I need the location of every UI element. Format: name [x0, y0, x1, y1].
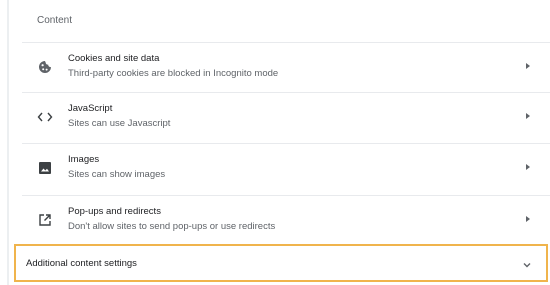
row-sublabel: Sites can use Javascript	[68, 118, 171, 129]
image-icon	[37, 160, 53, 176]
open-in-new-icon	[37, 212, 53, 228]
row-label: Images	[68, 154, 100, 165]
section-title: Content	[37, 15, 73, 26]
row-label: JavaScript	[68, 103, 113, 114]
row-label: Pop-ups and redirects	[68, 206, 161, 217]
cookies-and-site-data-row[interactable]: Cookies and site data Third-party cookie…	[22, 42, 550, 90]
cookie-icon	[37, 59, 53, 75]
images-row[interactable]: Images Sites can show images	[22, 143, 550, 191]
arrow-right-icon	[526, 63, 530, 69]
row-label: Cookies and site data	[68, 53, 160, 64]
additional-content-settings-label: Additional content settings	[26, 258, 137, 269]
code-icon	[37, 109, 53, 125]
javascript-row[interactable]: JavaScript Sites can use Javascript	[22, 92, 550, 140]
row-sublabel: Third-party cookies are blocked in Incog…	[68, 68, 279, 79]
left-divider	[7, 0, 9, 285]
popups-and-redirects-row[interactable]: Pop-ups and redirects Don't allow sites …	[22, 195, 550, 243]
arrow-right-icon	[526, 216, 530, 222]
arrow-right-icon	[526, 113, 530, 119]
arrow-right-icon	[526, 164, 530, 170]
chevron-down-icon	[522, 257, 532, 275]
additional-content-settings-row[interactable]: Additional content settings	[14, 244, 548, 282]
row-sublabel: Don't allow sites to send pop-ups or use…	[68, 221, 276, 232]
row-sublabel: Sites can show images	[68, 169, 166, 180]
